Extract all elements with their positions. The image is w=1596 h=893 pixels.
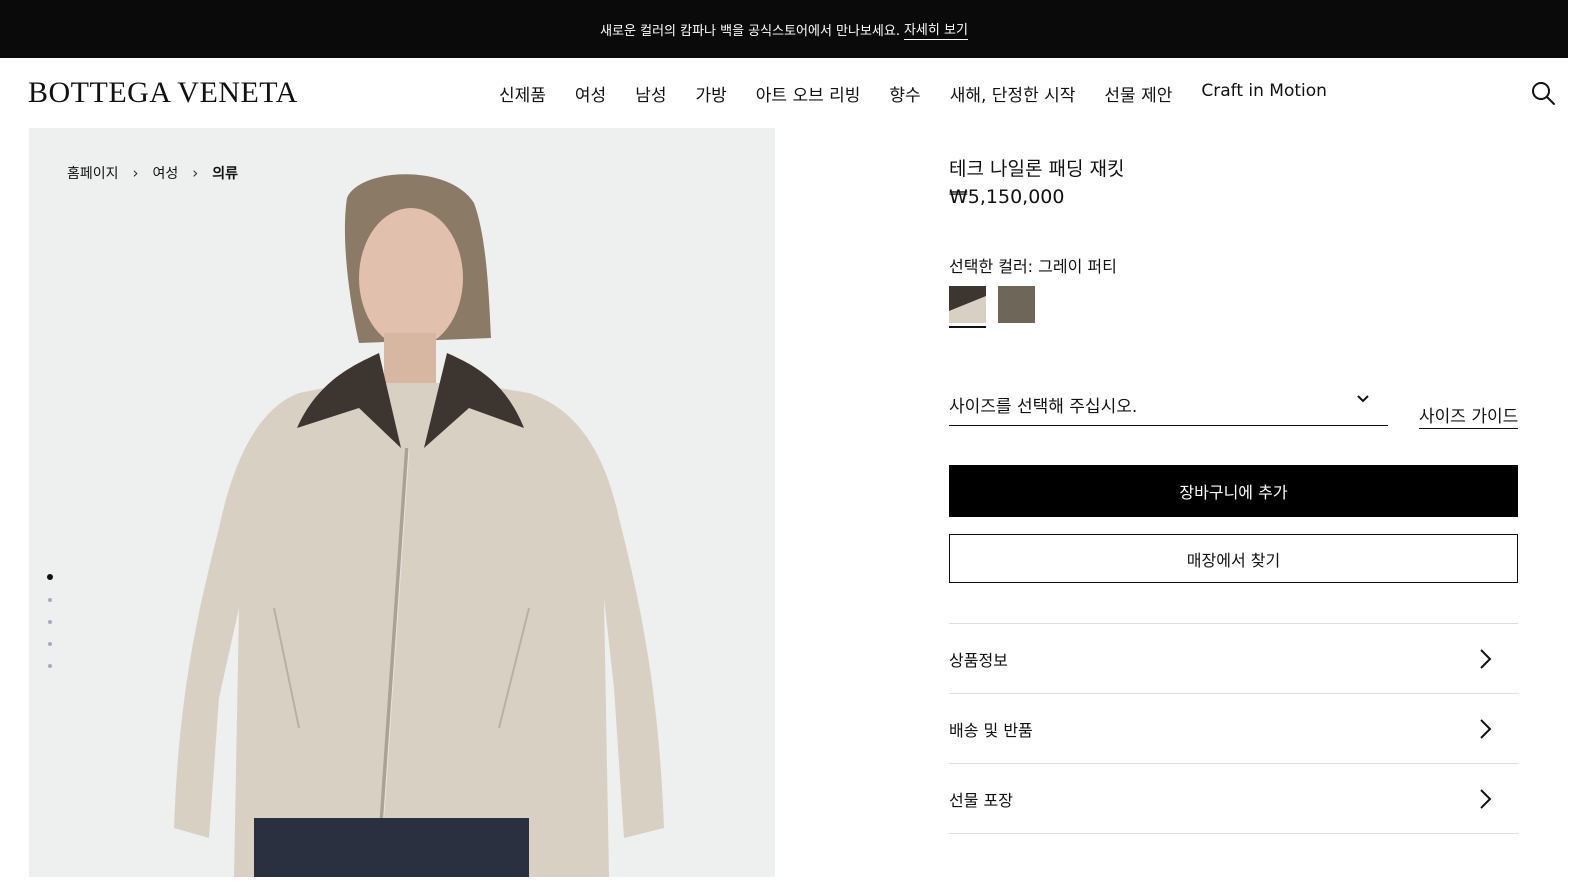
site-header: BOTTEGA VENETA 신제품 여성 남성 가방 아트 오브 리빙 향수 … (0, 58, 1568, 128)
promo-link[interactable]: 자세히 보기 (903, 19, 968, 40)
nav-item-women[interactable]: 여성 (575, 81, 606, 106)
nav-item-men[interactable]: 남성 (635, 81, 666, 106)
brand-logo[interactable]: BOTTEGA VENETA (28, 76, 298, 110)
accordion-product-info[interactable]: 상품정보 (949, 624, 1518, 694)
color-swatches (949, 286, 1035, 328)
color-swatch-grey-putty[interactable] (949, 286, 986, 328)
nav-item-gifts[interactable]: 선물 제안 (1104, 81, 1172, 106)
color-swatch-olive[interactable] (998, 286, 1035, 323)
product-image (174, 174, 664, 877)
gallery-dot-5[interactable] (48, 664, 52, 668)
product-price: ₩5,150,000 (949, 186, 1065, 208)
gallery-pagination (47, 574, 53, 668)
accordion-gift-wrap[interactable]: 선물 포장 (949, 764, 1518, 834)
search-icon[interactable] (1530, 80, 1556, 106)
accordion-shipping-returns[interactable]: 배송 및 반품 (949, 694, 1518, 764)
nav-item-new-year[interactable]: 새해, 단정한 시작 (950, 81, 1076, 106)
accordion-label: 상품정보 (949, 650, 1008, 670)
chevron-right-icon: › (192, 164, 199, 182)
right-edge-strip (1568, 0, 1596, 893)
chevron-right-icon (1480, 719, 1492, 739)
nav-item-fragrance[interactable]: 향수 (889, 81, 920, 106)
nav-item-bags[interactable]: 가방 (695, 81, 726, 106)
accordion-label: 선물 포장 (949, 790, 1013, 810)
product-title: 테크 나일론 패딩 재킷 (949, 158, 1125, 180)
product-gallery[interactable]: 홈페이지 › 여성 › 의류 (29, 128, 775, 877)
size-select-value: 사이즈를 선택해 주십시오. (949, 397, 1138, 417)
page: 새로운 컬러의 캄파나 백을 공식스토어에서 만나보세요. 자세히 보기 BOT… (0, 0, 1596, 893)
breadcrumb: 홈페이지 › 여성 › 의류 (67, 163, 238, 183)
chevron-right-icon (1480, 649, 1492, 669)
chevron-right-icon (1480, 789, 1492, 809)
gallery-dot-4[interactable] (48, 642, 52, 646)
selected-color-label: 선택한 컬러: 그레이 퍼티 (949, 257, 1117, 276)
nav-item-craft-in-motion[interactable]: Craft in Motion (1201, 81, 1327, 106)
promo-banner: 새로운 컬러의 캄파나 백을 공식스토어에서 만나보세요. 자세히 보기 (0, 0, 1568, 58)
size-select[interactable]: 사이즈를 선택해 주십시오. (949, 386, 1388, 426)
size-guide-link[interactable]: 사이즈 가이드 (1419, 402, 1519, 429)
swatch-image (949, 286, 986, 323)
breadcrumb-home[interactable]: 홈페이지 (67, 163, 119, 183)
nav-item-new[interactable]: 신제품 (499, 81, 546, 106)
main-nav: 신제품 여성 남성 가방 아트 오브 리빙 향수 새해, 단정한 시작 선물 제… (499, 81, 1327, 106)
swatch-image (998, 286, 1035, 323)
gallery-dot-1[interactable] (47, 574, 53, 580)
promo-text: 새로운 컬러의 캄파나 백을 공식스토어에서 만나보세요. (600, 23, 900, 39)
accordion-label: 배송 및 반품 (949, 720, 1033, 740)
nav-item-art-of-living[interactable]: 아트 오브 리빙 (756, 81, 861, 106)
gallery-dot-3[interactable] (48, 620, 52, 624)
add-to-cart-button[interactable]: 장바구니에 추가 (949, 465, 1518, 517)
breadcrumb-section[interactable]: 여성 (153, 163, 179, 183)
breadcrumb-current: 의류 (212, 166, 239, 182)
chevron-down-icon (1357, 395, 1369, 403)
find-in-store-button[interactable]: 매장에서 찾기 (949, 534, 1518, 583)
product-accordion: 상품정보 배송 및 반품 선물 포장 (949, 623, 1518, 834)
gallery-dot-2[interactable] (48, 598, 52, 602)
chevron-right-icon: › (132, 164, 139, 182)
